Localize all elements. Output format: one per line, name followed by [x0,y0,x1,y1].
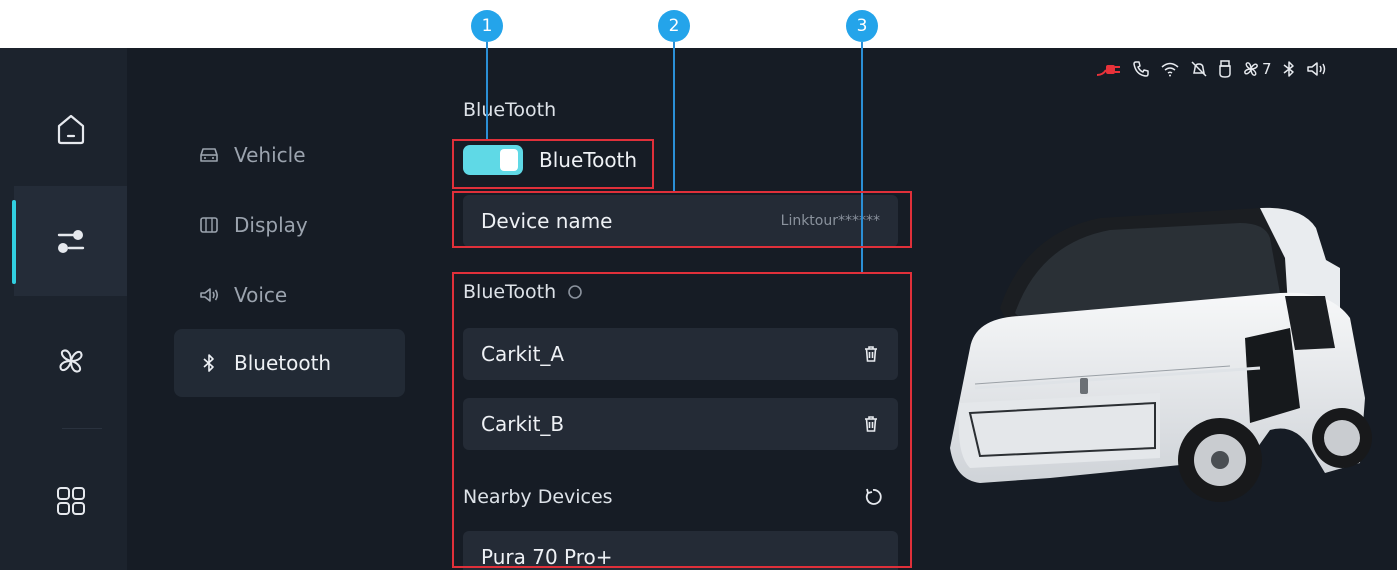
annotation-number: 3 [856,16,868,36]
usb-icon [1219,60,1231,78]
submenu-label: Bluetooth [234,351,332,375]
bluetooth-icon [203,354,214,372]
annotation-badge-1: 1 [471,10,503,42]
annotation-leader-1 [486,42,488,139]
annotation-box-device-list [452,272,912,568]
status-bar: 7 [1096,60,1328,78]
mute-bell-icon [1191,61,1207,77]
annotation-leader-2 [673,42,675,192]
rail-active-indicator [12,200,16,284]
submenu-vehicle[interactable]: Vehicle [174,121,405,189]
annotation-badge-2: 2 [658,10,690,42]
submenu-bluetooth[interactable]: Bluetooth [174,329,405,397]
bluetooth-section-title: BlueTooth [463,99,557,121]
car-icon [200,148,218,162]
vehicle-illustration [950,207,1372,502]
voice-icon [200,288,219,302]
rail-climate[interactable] [14,306,127,416]
submenu-voice[interactable]: Voice [174,261,405,329]
submenu-label: Display [234,213,308,237]
bluetooth-icon [1283,61,1294,77]
fan-icon [1244,62,1258,76]
submenu-label: Vehicle [234,143,306,167]
annotation-box-toggle [452,139,654,189]
phone-icon [1133,61,1149,77]
home-icon [57,114,84,145]
rail-apps[interactable] [14,446,127,556]
rail-divider [62,428,102,429]
annotation-badge-3: 3 [846,10,878,42]
settings-sliders-icon [57,230,84,253]
rail-settings[interactable] [14,186,127,296]
annotation-box-device-name [452,191,912,248]
submenu-label: Voice [234,283,288,307]
rail-home[interactable] [14,74,127,184]
annotation-number: 1 [481,16,493,36]
wifi-icon [1161,62,1179,77]
annotation-number: 2 [668,16,680,36]
left-nav-rail [0,48,127,570]
apps-grid-icon [56,487,85,515]
submenu-display[interactable]: Display [174,191,405,259]
fan-level: 7 [1262,60,1272,78]
display-icon [200,217,218,233]
charging-plug-icon [1096,65,1120,76]
fan-icon [59,349,82,373]
speaker-icon [1306,62,1325,76]
